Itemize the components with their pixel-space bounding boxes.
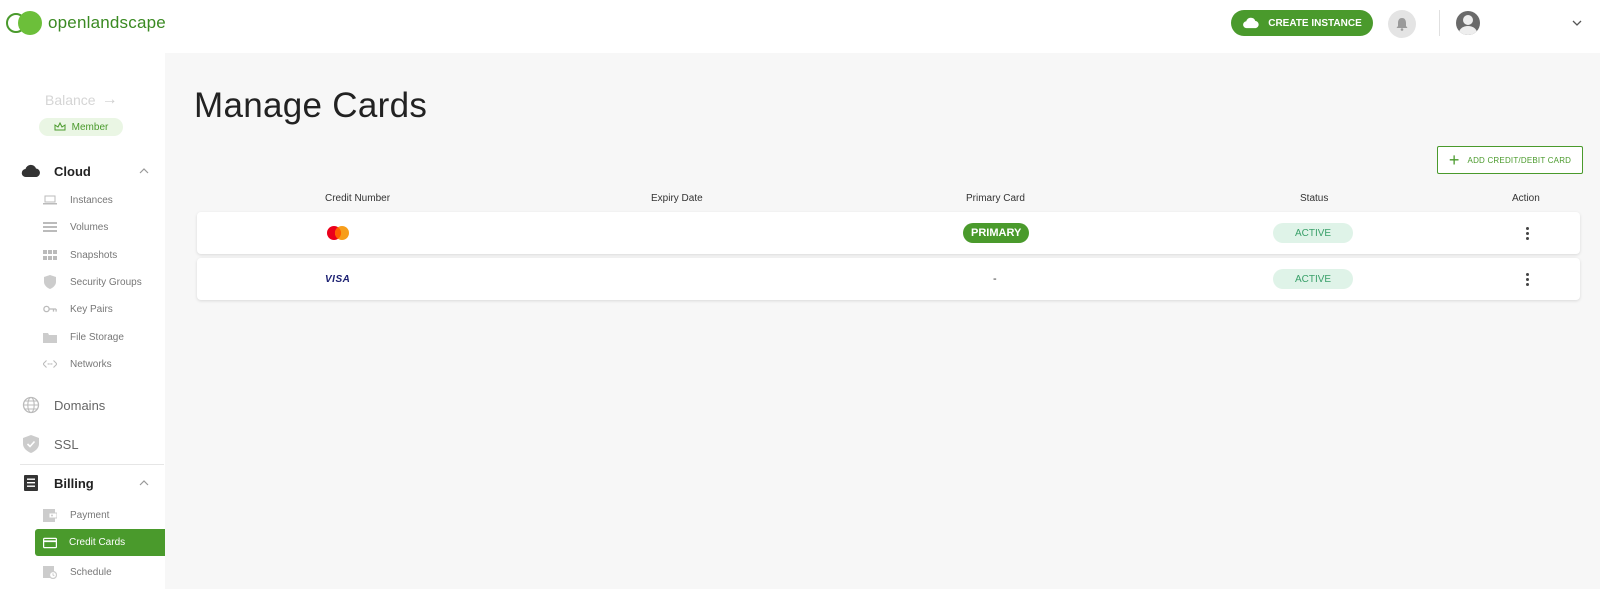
row-actions-button[interactable]: [1521, 212, 1533, 254]
globe-icon: [20, 396, 42, 414]
primary-value: -: [993, 273, 997, 285]
sidebar-item-label: Credit Cards: [69, 537, 126, 548]
sidebar-item-label: Snapshots: [70, 249, 118, 261]
sidebar-item-security-groups[interactable]: Security Groups: [43, 270, 163, 294]
mastercard-icon: [325, 212, 351, 254]
member-badge: Member: [39, 118, 123, 136]
key-icon: [43, 302, 57, 316]
table-row: VISA - ACTIVE: [197, 258, 1580, 300]
sidebar-item-label: Key Pairs: [70, 303, 113, 315]
sidebar-item-label: Schedule: [70, 566, 112, 578]
nav-section-domains[interactable]: Domains: [20, 391, 160, 419]
plus-icon: +: [1448, 150, 1460, 170]
sidebar-item-credit-cards[interactable]: Credit Cards: [35, 529, 165, 556]
snapshots-icon: [43, 248, 57, 262]
primary-card-cell: -: [993, 258, 997, 300]
cloud-icon: [20, 162, 42, 180]
primary-card-cell: PRIMARY: [963, 212, 1030, 254]
column-header-status: Status: [1300, 193, 1329, 204]
more-vertical-icon: [1521, 225, 1533, 241]
sidebar-item-networks[interactable]: Networks: [43, 352, 163, 376]
table-row: PRIMARY ACTIVE: [197, 212, 1580, 254]
create-instance-button[interactable]: CREATE INSTANCE: [1231, 10, 1373, 36]
chevron-up-icon: [139, 168, 149, 174]
cloud-icon: [1243, 17, 1259, 29]
status-cell: ACTIVE: [1273, 258, 1353, 300]
shield-check-icon: [20, 435, 42, 453]
volumes-icon: [43, 220, 57, 234]
wallet-icon: [43, 508, 57, 522]
add-card-button[interactable]: + ADD CREDIT/DEBIT CARD: [1437, 146, 1583, 174]
add-card-label: ADD CREDIT/DEBIT CARD: [1467, 155, 1572, 165]
chevron-up-icon: [139, 480, 149, 486]
nav-section-label: Domains: [54, 397, 106, 413]
sidebar-item-volumes[interactable]: Volumes: [43, 215, 163, 239]
shield-icon: [43, 275, 57, 289]
visa-label: VISA: [325, 273, 351, 285]
schedule-icon: [43, 565, 57, 579]
nav-section-label: SSL: [54, 436, 79, 452]
column-header-credit-number: Credit Number: [325, 193, 391, 204]
laptop-icon: [43, 193, 57, 207]
sidebar-item-instances[interactable]: Instances: [43, 188, 163, 212]
receipt-icon: [20, 474, 42, 492]
more-vertical-icon: [1521, 271, 1533, 287]
status-badge: ACTIVE: [1273, 223, 1353, 243]
chevron-down-icon[interactable]: [1571, 17, 1583, 29]
primary-badge: PRIMARY: [963, 223, 1030, 243]
column-header-action: Action: [1512, 193, 1540, 204]
header-divider: [1439, 10, 1440, 36]
visa-icon: VISA: [325, 258, 350, 300]
arrow-right-icon: →: [101, 91, 118, 108]
column-header-expiry-date: Expiry Date: [651, 193, 703, 204]
status-cell: ACTIVE: [1273, 212, 1353, 254]
page-title: Manage Cards: [194, 86, 428, 125]
sidebar-item-schedule[interactable]: Schedule: [43, 560, 163, 584]
nav-section-billing[interactable]: Billing: [20, 469, 160, 497]
bell-icon: [1396, 18, 1408, 31]
balance-link[interactable]: Balance →: [45, 91, 118, 109]
divider: [20, 464, 164, 465]
row-actions-button[interactable]: [1521, 258, 1533, 300]
sidebar-item-payment[interactable]: Payment: [43, 503, 163, 527]
top-header: CREATE INSTANCE: [165, 0, 1600, 53]
credit-card-icon: [43, 536, 57, 550]
sidebar-item-key-pairs[interactable]: Key Pairs: [43, 297, 163, 321]
sidebar-item-label: Networks: [70, 358, 112, 370]
sidebar-item-file-storage[interactable]: File Storage: [43, 325, 163, 349]
sidebar-item-label: File Storage: [70, 331, 124, 343]
sidebar-item-label: Volumes: [70, 221, 109, 233]
crown-icon: [54, 122, 66, 131]
member-label: Member: [71, 121, 109, 133]
nav-section-label: Cloud: [54, 163, 91, 179]
nav-section-label: Billing: [54, 475, 94, 491]
sidebar-item-label: Security Groups: [70, 276, 142, 288]
sidebar-item-snapshots[interactable]: Snapshots: [43, 243, 163, 267]
avatar[interactable]: [1456, 11, 1480, 35]
nav-section-cloud[interactable]: Cloud: [20, 157, 160, 185]
nav-section-ssl[interactable]: SSL: [20, 430, 160, 458]
column-header-primary-card: Primary Card: [966, 193, 1025, 204]
sidebar: openlandscape Balance → Member Cloud Ins…: [0, 0, 166, 589]
balance-label: Balance: [45, 92, 96, 108]
create-instance-label: CREATE INSTANCE: [1268, 17, 1362, 29]
logo-mark: [6, 11, 44, 35]
sidebar-item-label: Payment: [70, 509, 110, 521]
logo-text: openlandscape: [48, 13, 166, 32]
logo[interactable]: openlandscape: [6, 10, 166, 36]
notifications-button[interactable]: [1388, 10, 1416, 38]
folder-icon: [43, 330, 57, 344]
sidebar-item-label: Instances: [70, 194, 113, 206]
status-badge: ACTIVE: [1273, 269, 1353, 289]
code-brackets-icon: [43, 357, 57, 371]
